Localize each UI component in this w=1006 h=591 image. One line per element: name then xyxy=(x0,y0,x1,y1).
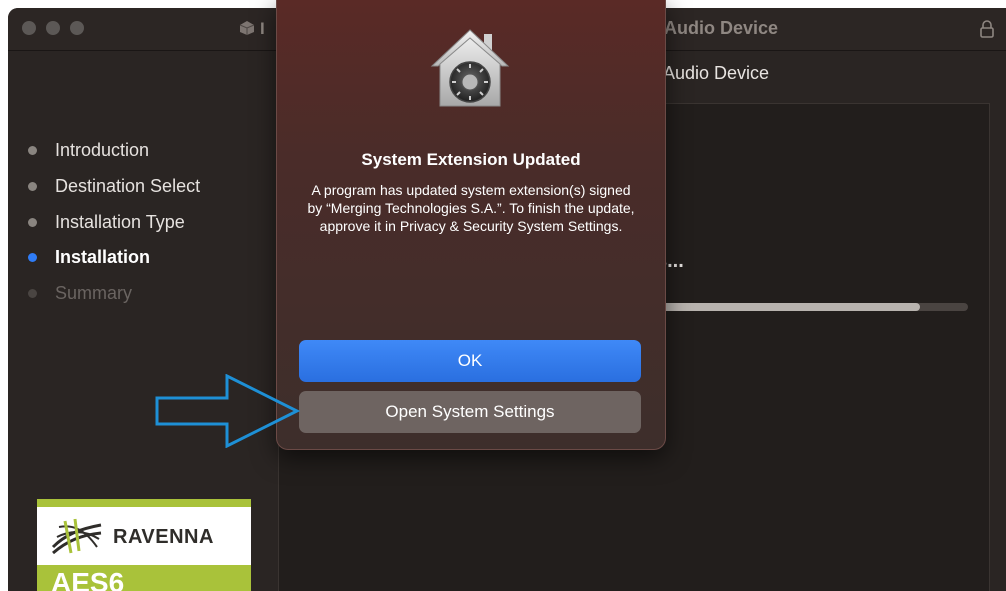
logo-white-band: RAVENNA xyxy=(37,507,251,565)
close-window-button[interactable] xyxy=(22,21,36,35)
ravenna-aes67-logo: RAVENNA AES6 xyxy=(37,499,251,591)
minimize-window-button[interactable] xyxy=(46,21,60,35)
arrow-right-icon xyxy=(155,374,300,448)
lock-icon[interactable] xyxy=(980,20,994,38)
ok-button[interactable]: OK xyxy=(299,340,641,382)
step-bullet xyxy=(28,181,37,191)
step-bullet xyxy=(28,288,37,298)
step-summary: Summary xyxy=(28,281,132,305)
ravenna-brand-text: RAVENNA xyxy=(113,526,214,548)
step-destination-select: Destination Select xyxy=(28,174,200,198)
step-label: Installation Type xyxy=(55,211,185,232)
alert-title: System Extension Updated xyxy=(361,150,581,169)
open-system-settings-button[interactable]: Open System Settings xyxy=(299,391,641,433)
alert-message: A program has updated system extension(s… xyxy=(307,182,635,234)
ravenna-wave-icon xyxy=(51,518,102,555)
installer-steps-sidebar: Introduction Destination Select Installa… xyxy=(8,51,278,591)
content-heading: l Audio Device xyxy=(655,63,770,83)
window-title-fragment: I xyxy=(260,19,265,38)
aes67-text-fragment: AES6 xyxy=(51,567,125,591)
step-label: Installation xyxy=(55,246,151,267)
install-progress-fill xyxy=(650,303,921,311)
step-label: Destination Select xyxy=(55,175,201,196)
step-installation-type: Installation Type xyxy=(28,210,185,234)
zoom-window-button[interactable] xyxy=(70,21,84,35)
step-bullet xyxy=(28,217,37,227)
system-extension-alert: System Extension Updated A program has u… xyxy=(276,0,666,450)
security-lock-house-icon xyxy=(430,29,510,107)
step-bullet-active xyxy=(28,252,37,262)
window-title: Audio Device xyxy=(664,18,779,38)
package-icon xyxy=(239,21,255,35)
step-bullet xyxy=(28,145,37,155)
step-label: Summary xyxy=(55,282,133,303)
step-installation: Installation xyxy=(28,245,150,269)
step-label: Introduction xyxy=(55,139,150,160)
install-progress-bar xyxy=(650,303,968,311)
step-introduction: Introduction xyxy=(28,138,149,162)
